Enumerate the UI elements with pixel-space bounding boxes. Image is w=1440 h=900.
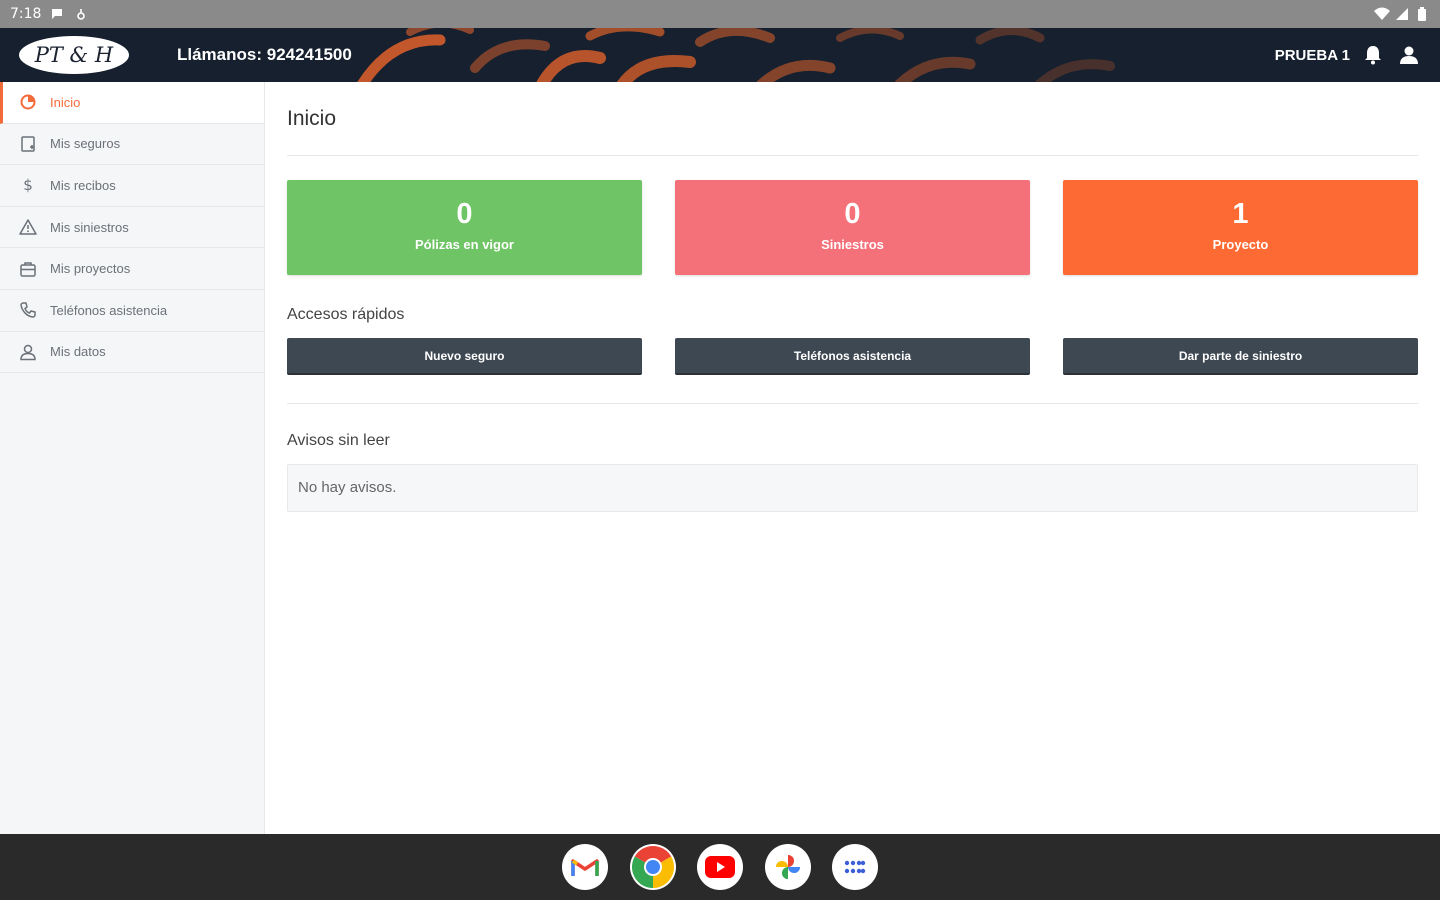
sidebar-item-mis-datos[interactable]: Mis datos (0, 332, 264, 374)
stat-value: 0 (456, 198, 473, 230)
notices-empty: No hay avisos. (287, 464, 1418, 512)
document-icon (18, 134, 38, 154)
divider (287, 155, 1418, 156)
sidebar-item-label: Mis proyectos (50, 261, 131, 277)
sidebar-item-mis-proyectos[interactable]: Mis proyectos (0, 248, 264, 290)
dollar-icon: $ (18, 175, 38, 195)
stat-value: 1 (1232, 198, 1249, 230)
contact-phone: Llámanos: 924241500 (177, 45, 352, 64)
signal-icon (1394, 6, 1410, 22)
status-time: 7:18 (10, 6, 42, 22)
stat-card-proyecto[interactable]: 1 Proyecto (1063, 180, 1418, 275)
app-drawer-icon[interactable] (832, 844, 878, 890)
sidebar-item-mis-siniestros[interactable]: Mis siniestros (0, 207, 264, 249)
report-claim-button[interactable]: Dar parte de siniestro (1063, 338, 1418, 375)
sidebar-item-mis-recibos[interactable]: $ Mis recibos (0, 165, 264, 207)
sidebar-item-inicio[interactable]: Inicio (0, 82, 264, 124)
message-icon (49, 6, 65, 22)
gmail-icon[interactable] (562, 844, 608, 890)
photos-icon[interactable] (765, 844, 811, 890)
user-icon[interactable] (1396, 42, 1422, 68)
bell-icon[interactable] (1360, 42, 1386, 68)
wifi-icon (1374, 6, 1390, 22)
notification-dot-icon (73, 6, 89, 22)
stat-label: Proyecto (1212, 237, 1269, 252)
sidebar-item-telefonos-asistencia[interactable]: Teléfonos asistencia (0, 290, 264, 332)
home-icon (18, 92, 38, 112)
quick-access-title: Accesos rápidos (287, 306, 405, 323)
app-dock (0, 834, 1440, 900)
username: PRUEBA 1 (1274, 46, 1350, 64)
sidebar-item-label: Mis recibos (50, 177, 116, 193)
page-title: Inicio (287, 107, 337, 130)
new-insurance-button[interactable]: Nuevo seguro (287, 338, 642, 375)
stat-label: Pólizas en vigor (415, 237, 514, 252)
app-header: PT & H Llámanos: 924241500 PRUEBA 1 (0, 28, 1440, 82)
stat-card-polizas[interactable]: 0 Pólizas en vigor (287, 180, 642, 275)
sidebar: Inicio Mis seguros $ Mis recibos Mis sin… (0, 82, 265, 834)
main-content: Inicio 0 Pólizas en vigor 0 Siniestros 1… (287, 82, 1418, 834)
sidebar-item-label: Mis siniestros (50, 219, 129, 235)
assistance-phones-button[interactable]: Teléfonos asistencia (675, 338, 1030, 375)
briefcase-icon (18, 259, 38, 279)
stat-card-siniestros[interactable]: 0 Siniestros (675, 180, 1030, 275)
sidebar-item-label: Teléfonos asistencia (50, 302, 168, 318)
logo[interactable]: PT & H (18, 35, 130, 75)
notices-title: Avisos sin leer (287, 432, 390, 449)
status-bar: 7:18 (0, 0, 1440, 28)
sidebar-item-label: Mis seguros (50, 136, 121, 152)
divider (287, 403, 1418, 404)
sidebar-item-label: Mis datos (50, 344, 106, 360)
sidebar-item-mis-seguros[interactable]: Mis seguros (0, 124, 264, 166)
battery-icon (1414, 6, 1430, 22)
stat-label: Siniestros (821, 237, 884, 252)
logo-text: PT & H (34, 43, 114, 67)
sidebar-item-label: Inicio (50, 94, 81, 110)
youtube-icon[interactable] (697, 844, 743, 890)
svg-text:$: $ (23, 176, 33, 194)
user-area: PRUEBA 1 (1275, 28, 1440, 82)
warning-icon (18, 217, 38, 237)
stat-value: 0 (844, 198, 861, 230)
user-icon (18, 342, 38, 362)
phone-icon (18, 300, 38, 320)
chrome-icon[interactable] (630, 844, 676, 890)
